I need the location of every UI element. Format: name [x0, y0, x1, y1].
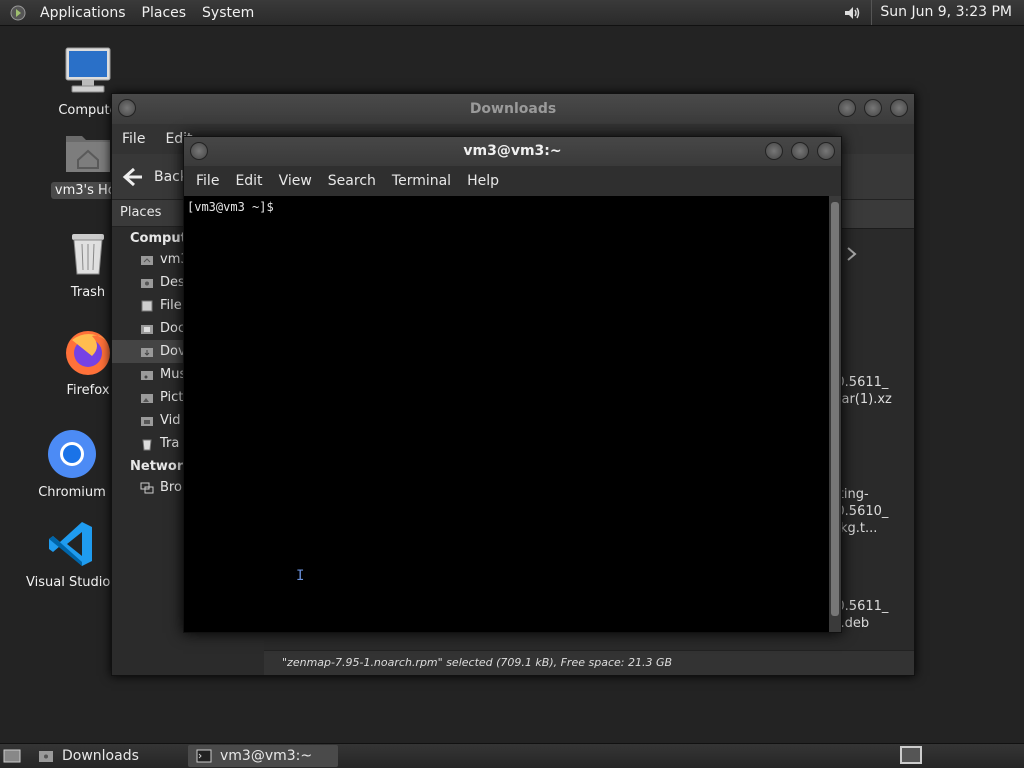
sidebar-item-label: File	[160, 298, 182, 313]
window-titlebar[interactable]: Downloads	[112, 94, 914, 124]
window-titlebar[interactable]: vm3@vm3:~	[184, 137, 841, 166]
desktop-folder-icon	[141, 278, 153, 288]
network-icon	[140, 482, 154, 493]
back-arrow-icon	[122, 167, 142, 186]
system-menu[interactable]: System	[194, 5, 262, 21]
menu-search[interactable]: Search	[320, 173, 384, 189]
taskbar-item-label: vm3@vm3:~	[220, 748, 313, 764]
scrollbar-thumb[interactable]	[831, 202, 839, 616]
window-title: Downloads	[469, 101, 557, 117]
close-button[interactable]	[890, 99, 908, 117]
scrollbar[interactable]	[829, 196, 841, 632]
top-panel: Applications Places System Sun Jun 9, 3:…	[0, 0, 1024, 26]
desktop-icon-label: Trash	[70, 285, 106, 300]
sidebar-item-label: Doc	[160, 321, 186, 336]
vscode-icon	[49, 522, 92, 566]
taskbar-item-terminal[interactable]: vm3@vm3:~	[188, 745, 338, 767]
desktop-icon-chromium[interactable]: Chromium	[22, 428, 122, 501]
show-desktop-icon[interactable]	[2, 746, 22, 766]
sidebar-item-label: Des	[160, 275, 185, 290]
volume-icon[interactable]	[843, 4, 861, 22]
clock[interactable]: Sun Jun 9, 3:23 PM	[871, 0, 1024, 25]
distro-logo-icon[interactable]	[10, 5, 26, 21]
menu-terminal[interactable]: Terminal	[384, 173, 459, 189]
text-cursor-icon: I	[296, 568, 305, 584]
shell-prompt: [vm3@vm3 ~]$	[187, 200, 274, 214]
top-menu: Applications Places System	[0, 0, 262, 25]
window-controls	[838, 99, 908, 117]
sidebar-item-label: Vid	[160, 413, 181, 428]
places-menu[interactable]: Places	[134, 5, 195, 21]
window-menu-button[interactable]	[190, 142, 208, 160]
terminal-menubar: File Edit View Search Terminal Help	[184, 166, 841, 196]
chromium-icon	[48, 430, 96, 478]
sidebar-item-label: Bro	[160, 480, 182, 495]
trash-icon	[142, 439, 152, 450]
trash-icon	[72, 234, 104, 275]
folder-icon	[39, 751, 53, 762]
sidebar-item-label: Pict	[160, 390, 184, 405]
drive-icon	[141, 300, 153, 311]
maximize-button[interactable]	[864, 99, 882, 117]
sidebar-item-label: Dov	[160, 344, 186, 359]
documents-folder-icon	[141, 324, 153, 334]
terminal-icon	[196, 749, 212, 763]
pictures-folder-icon	[141, 393, 153, 403]
sidebar-item-label: Tra	[160, 436, 180, 451]
terminal-output[interactable]: [vm3@vm3 ~]$ I	[184, 196, 829, 632]
music-folder-icon	[141, 370, 153, 380]
taskbar-item-downloads[interactable]: Downloads	[30, 745, 180, 767]
status-bar: "zenmap-7.95-1.noarch.rpm" selected (709…	[264, 650, 914, 675]
window-title: vm3@vm3:~	[463, 143, 562, 159]
desktop-icon-label: Firefox	[66, 383, 110, 398]
menu-edit[interactable]: Edit	[227, 173, 270, 189]
minimize-button[interactable]	[838, 99, 856, 117]
bottom-panel: Downloads vm3@vm3:~	[0, 743, 1024, 768]
menu-file[interactable]: File	[112, 131, 155, 147]
menu-help[interactable]: Help	[459, 173, 507, 189]
window-controls	[765, 142, 835, 160]
menu-view[interactable]: View	[271, 173, 320, 189]
chevron-right-icon[interactable]	[846, 246, 858, 262]
desktop-icon-vscode[interactable]: Visual Studio Co	[22, 518, 132, 591]
close-button[interactable]	[817, 142, 835, 160]
computer-icon	[65, 47, 111, 93]
firefox-icon	[66, 331, 110, 375]
maximize-button[interactable]	[791, 142, 809, 160]
back-button[interactable]: Back	[122, 166, 188, 188]
home-folder-icon	[66, 136, 110, 172]
minimize-button[interactable]	[765, 142, 783, 160]
downloads-folder-icon	[141, 347, 153, 357]
workspace-switcher[interactable]	[900, 746, 922, 764]
desktop-icon-label: Chromium	[38, 485, 106, 500]
terminal-window[interactable]: vm3@vm3:~ File Edit View Search Terminal…	[183, 136, 842, 633]
applications-menu[interactable]: Applications	[32, 5, 134, 21]
window-menu-button[interactable]	[118, 99, 136, 117]
menu-file[interactable]: File	[188, 173, 227, 189]
top-panel-tray: Sun Jun 9, 3:23 PM	[843, 0, 1024, 25]
videos-folder-icon	[141, 416, 153, 426]
taskbar-item-label: Downloads	[62, 748, 139, 764]
home-folder-icon	[141, 255, 153, 265]
